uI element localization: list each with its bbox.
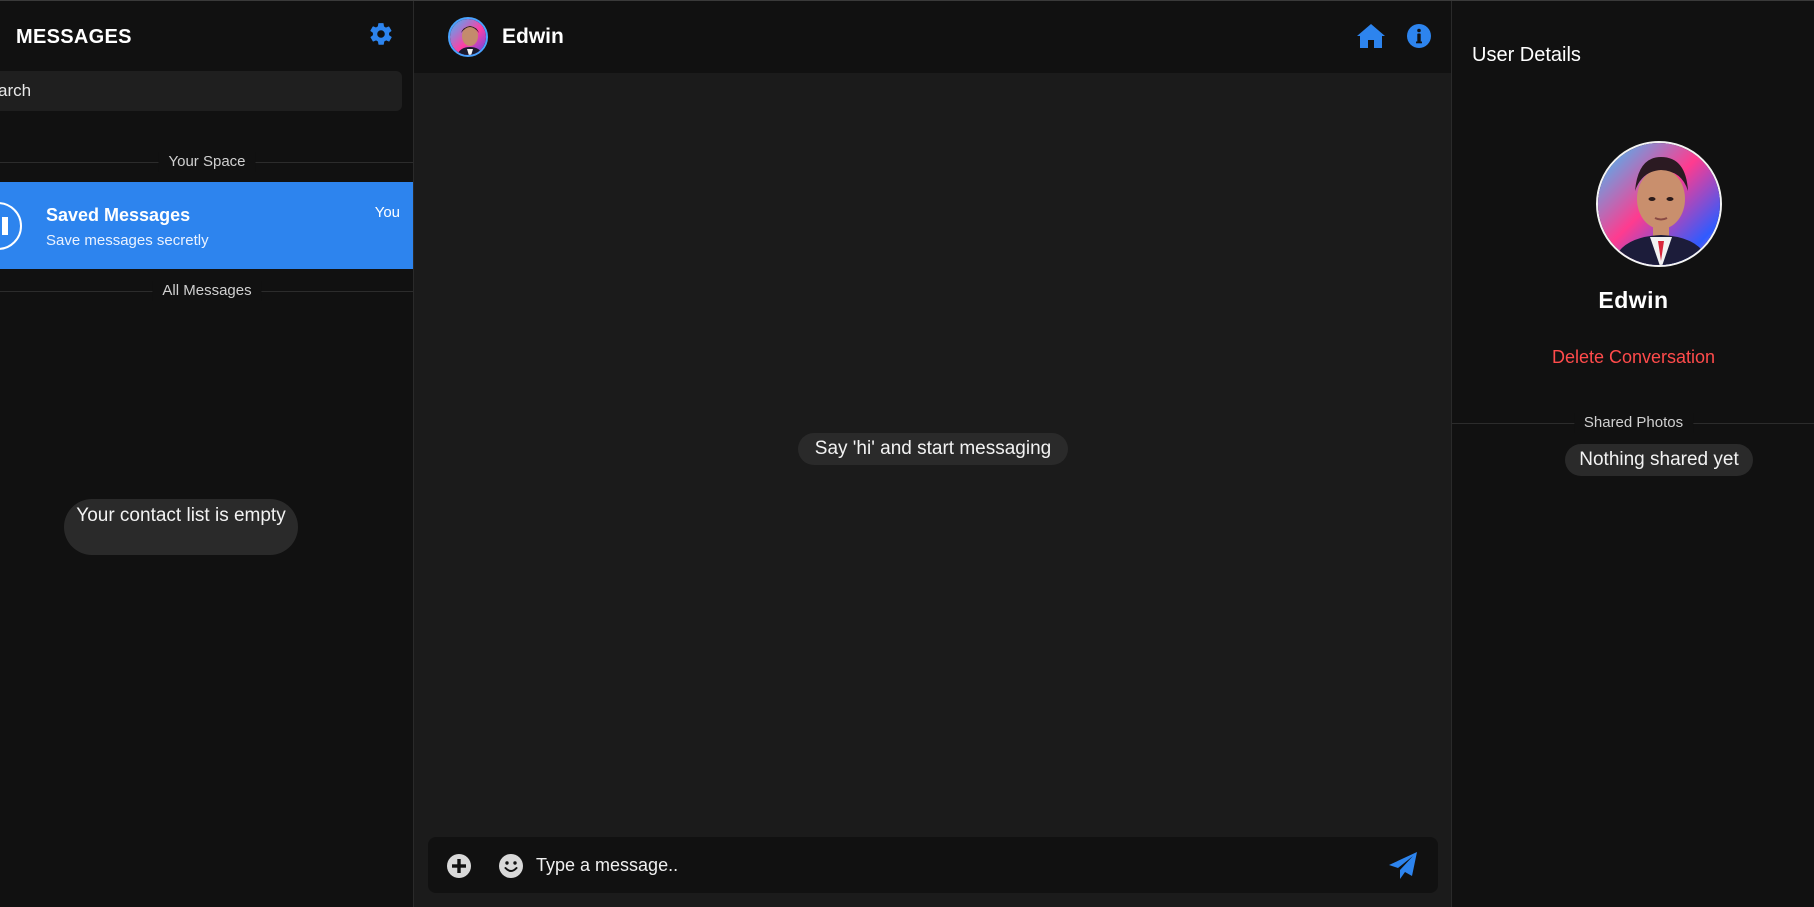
search-input[interactable] bbox=[0, 71, 402, 111]
delete-conversation-button[interactable]: Delete Conversation bbox=[1452, 347, 1814, 368]
chat-header: Edwin bbox=[414, 1, 1451, 73]
profile-avatar bbox=[1596, 141, 1722, 267]
no-shared-photos-message: Nothing shared yet bbox=[1565, 444, 1753, 476]
empty-contacts-message: Your contact list is empty bbox=[64, 499, 298, 555]
all-messages-label: All Messages bbox=[152, 281, 262, 301]
profile-avatar-image bbox=[1598, 143, 1720, 265]
plus-circle-icon[interactable] bbox=[446, 853, 472, 879]
user-details-title: User Details bbox=[1472, 44, 1581, 66]
avatar-image bbox=[450, 19, 486, 55]
bookmark-icon bbox=[0, 202, 22, 250]
your-space-label: Your Space bbox=[158, 152, 256, 172]
saved-messages-subtitle: Save messages secretly bbox=[46, 232, 209, 249]
emoji-icon[interactable] bbox=[498, 853, 524, 879]
contact-name: Edwin bbox=[502, 25, 564, 48]
saved-messages-item[interactable]: Saved Messages Save messages secretly Yo… bbox=[0, 182, 413, 269]
send-icon[interactable] bbox=[1388, 851, 1418, 881]
contact-avatar[interactable] bbox=[448, 17, 488, 57]
profile-name: Edwin bbox=[1598, 287, 1669, 313]
sidebar-header: MESSAGES bbox=[0, 1, 413, 71]
sidebar-title: MESSAGES bbox=[16, 26, 132, 48]
home-icon[interactable] bbox=[1356, 23, 1386, 49]
all-messages-divider: All Messages bbox=[0, 281, 413, 301]
message-input[interactable] bbox=[536, 847, 1336, 883]
shared-photos-divider: Shared Photos bbox=[1452, 413, 1814, 433]
info-icon[interactable] bbox=[1406, 23, 1432, 49]
start-messaging-hint: Say 'hi' and start messaging bbox=[798, 433, 1068, 465]
saved-messages-name: Saved Messages bbox=[46, 205, 191, 225]
messaging-app: MESSAGES Your Space Saved Messages Save … bbox=[0, 0, 1814, 907]
user-details-panel: User Details Edwin Delete Conversation S… bbox=[1451, 1, 1814, 907]
saved-messages-badge: You bbox=[374, 204, 400, 221]
shared-photos-label: Shared Photos bbox=[1573, 413, 1694, 433]
your-space-divider: Your Space bbox=[0, 152, 413, 172]
gear-icon[interactable] bbox=[368, 21, 394, 47]
message-composer bbox=[428, 837, 1438, 893]
chat-panel: Edwin Say 'hi' and start messaging bbox=[414, 1, 1451, 907]
conversation-sidebar: MESSAGES Your Space Saved Messages Save … bbox=[0, 1, 414, 907]
